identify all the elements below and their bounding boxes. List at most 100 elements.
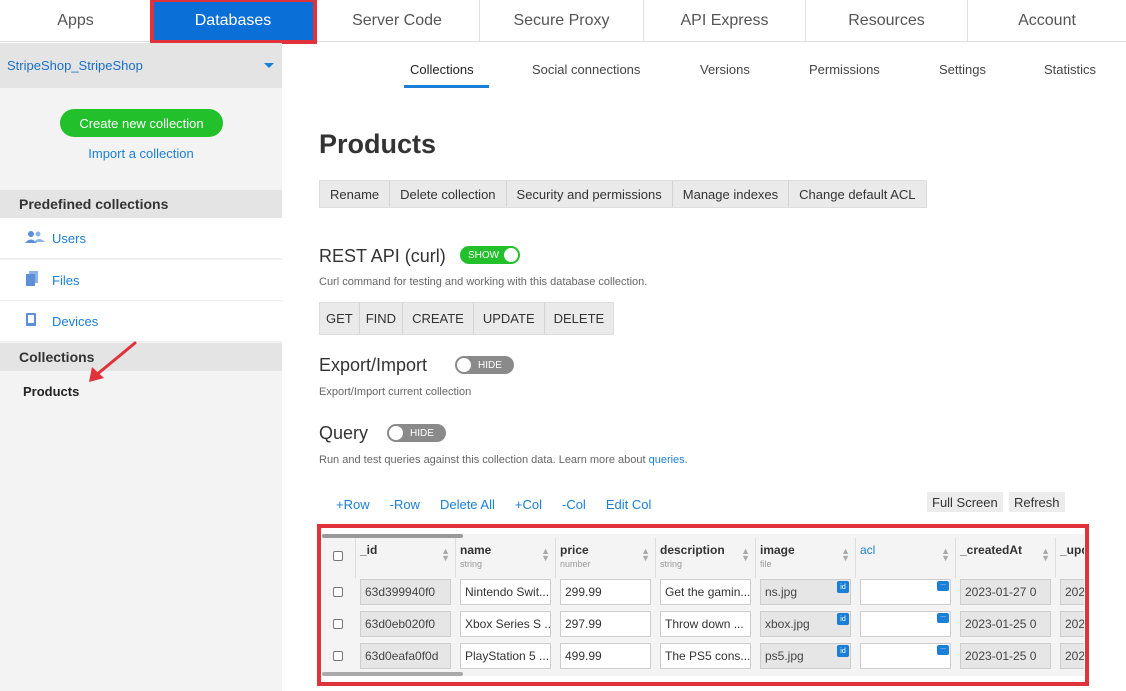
users-icon — [25, 230, 45, 247]
file-badge-icon[interactable]: id — [837, 645, 849, 657]
cell-price[interactable]: 297.99 — [560, 611, 651, 637]
sort-icon[interactable]: ▲ ▼ — [541, 547, 550, 563]
sidebar-item-files[interactable]: Files — [0, 260, 282, 301]
delete-button[interactable]: DELETE — [545, 303, 614, 334]
sort-icon[interactable]: ▲ ▼ — [841, 547, 850, 563]
sidebar-item-products[interactable]: Products — [23, 384, 79, 399]
full-screen-button[interactable]: Full Screen — [927, 492, 1003, 512]
cell-image[interactable]: xbox.jpg id — [760, 611, 851, 637]
app-selector[interactable]: StripeShop_StripeShop — [0, 43, 282, 88]
export-toggle[interactable]: HIDE — [455, 356, 514, 374]
add-row-button[interactable]: +Row — [336, 497, 370, 512]
column-name: acl — [860, 543, 876, 557]
query-description: Run and test queries against this collec… — [319, 454, 688, 466]
tab-settings[interactable]: Settings — [939, 62, 986, 77]
row-checkbox[interactable] — [333, 587, 343, 597]
delete-all-button[interactable]: Delete All — [440, 497, 495, 512]
query-description-end: . — [684, 454, 688, 466]
update-button[interactable]: UPDATE — [474, 303, 545, 334]
column-header-description[interactable]: description string ▲ ▼ — [656, 538, 756, 578]
manage-indexes-button[interactable]: Manage indexes — [673, 181, 790, 207]
tab-server-code[interactable]: Server Code — [315, 0, 480, 42]
cell-createdat: 2023-01-25 0 — [960, 643, 1051, 669]
app-name: StripeShop_StripeShop — [7, 58, 143, 73]
refresh-button[interactable]: Refresh — [1009, 492, 1065, 512]
cell-updatedat: 202 — [1060, 643, 1084, 669]
edit-column-button[interactable]: Edit Col — [606, 497, 652, 512]
remove-row-button[interactable]: -Row — [390, 497, 420, 512]
column-header-price[interactable]: price number ▲ ▼ — [556, 538, 656, 578]
column-header-createdat[interactable]: _createdAt ▲ ▼ — [956, 538, 1056, 578]
column-header-acl[interactable]: acl ▲ ▼ — [856, 538, 956, 578]
security-permissions-button[interactable]: Security and permissions — [507, 181, 673, 207]
column-header-id[interactable]: _id ▲ ▼ — [356, 538, 456, 578]
sidebar-item-label: Files — [52, 272, 80, 288]
rename-button[interactable]: Rename — [320, 181, 391, 207]
cell-image[interactable]: ns.jpg id — [760, 579, 851, 605]
cell-acl[interactable]: ... — [860, 579, 951, 605]
cell-acl[interactable]: ... — [860, 643, 951, 669]
tab-resources[interactable]: Resources — [806, 0, 968, 42]
cell-price[interactable]: 499.99 — [560, 643, 651, 669]
tab-statistics[interactable]: Statistics — [1044, 62, 1096, 77]
cell-name[interactable]: Nintendo Swit... — [460, 579, 551, 605]
toggle-label: HIDE — [410, 427, 434, 439]
queries-link[interactable]: queries — [649, 454, 685, 466]
column-header-image[interactable]: image file ▲ ▼ — [756, 538, 856, 578]
sort-icon[interactable]: ▲ ▼ — [441, 547, 450, 563]
tab-versions[interactable]: Versions — [700, 62, 750, 77]
rest-toggle[interactable]: SHOW — [460, 246, 520, 264]
tab-social-connections[interactable]: Social connections — [532, 62, 640, 77]
sidebar-item-users[interactable]: Users — [0, 218, 282, 259]
sidebar-item-devices[interactable]: Devices — [0, 301, 282, 342]
column-name: price — [560, 543, 589, 557]
sort-icon[interactable]: ▲ ▼ — [1041, 547, 1050, 563]
add-column-button[interactable]: +Col — [515, 497, 542, 512]
cell-acl[interactable]: ... — [860, 611, 951, 637]
create-collection-button[interactable]: Create new collection — [60, 109, 223, 137]
find-button[interactable]: FIND — [360, 303, 404, 334]
tab-collections[interactable]: Collections — [410, 62, 474, 77]
sort-icon[interactable]: ▲ ▼ — [641, 547, 650, 563]
cell-createdat: 2023-01-27 0 — [960, 579, 1051, 605]
cell-description[interactable]: The PS5 cons... — [660, 643, 751, 669]
horizontal-scrollbar-bottom[interactable] — [322, 672, 463, 676]
sort-icon[interactable]: ▲ ▼ — [741, 547, 750, 563]
acl-edit-icon[interactable]: ... — [937, 612, 949, 623]
tab-databases[interactable]: Databases — [150, 0, 317, 44]
query-title: Query — [319, 423, 369, 443]
delete-collection-button[interactable]: Delete collection — [390, 181, 507, 207]
query-toggle[interactable]: HIDE — [387, 424, 446, 442]
acl-edit-icon[interactable]: ... — [937, 580, 949, 591]
get-button[interactable]: GET — [320, 303, 360, 334]
cell-description[interactable]: Throw down ... — [660, 611, 751, 637]
tab-apps[interactable]: Apps — [0, 0, 152, 42]
remove-column-button[interactable]: -Col — [562, 497, 586, 512]
cell-price[interactable]: 299.99 — [560, 579, 651, 605]
cell-image[interactable]: ps5.jpg id — [760, 643, 851, 669]
cell-id: 63d399940f0 — [360, 579, 451, 605]
column-type: string — [460, 559, 483, 569]
column-name: name — [460, 543, 492, 557]
sort-icon[interactable]: ▲ ▼ — [941, 547, 950, 563]
cell-name[interactable]: PlayStation 5 ... — [460, 643, 551, 669]
tab-api-express[interactable]: API Express — [644, 0, 806, 42]
select-all-checkbox[interactable] — [333, 551, 343, 561]
tab-permissions[interactable]: Permissions — [809, 62, 880, 77]
column-header-updatedat[interactable]: _upd — [1056, 538, 1084, 578]
tab-account[interactable]: Account — [968, 0, 1126, 42]
cell-description[interactable]: Get the gamin... — [660, 579, 751, 605]
change-acl-button[interactable]: Change default ACL — [789, 181, 925, 207]
acl-edit-icon[interactable]: ... — [937, 644, 949, 655]
file-badge-icon[interactable]: id — [837, 613, 849, 625]
row-checkbox[interactable] — [333, 651, 343, 661]
cell-name[interactable]: Xbox Series S ... — [460, 611, 551, 637]
tab-secure-proxy[interactable]: Secure Proxy — [480, 0, 644, 42]
row-checkbox[interactable] — [333, 619, 343, 629]
file-badge-icon[interactable]: id — [837, 581, 849, 593]
caret-down-icon[interactable] — [264, 63, 274, 68]
import-collection-link[interactable]: Import a collection — [0, 146, 282, 161]
column-header-name[interactable]: name string ▲ ▼ — [456, 538, 556, 578]
cell-id: 63d0eb020f0 — [360, 611, 451, 637]
create-button[interactable]: CREATE — [403, 303, 474, 334]
